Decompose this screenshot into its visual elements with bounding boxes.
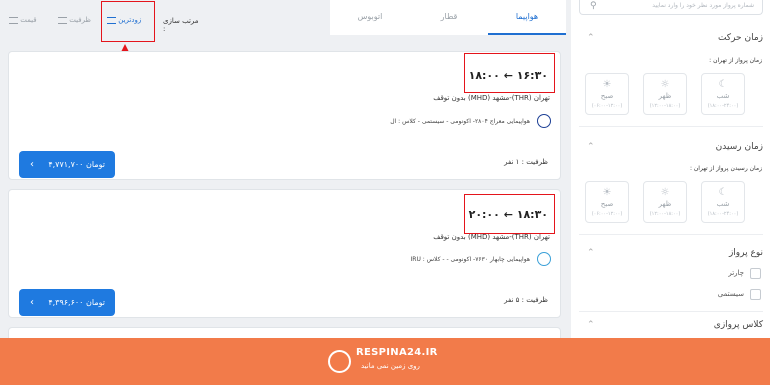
flight-route: تهران (THR)-مشهد (MHD) بدون توقف <box>433 94 550 102</box>
time-highlight-box <box>464 194 555 234</box>
select-flight-button[interactable]: ‹ ۴,۷۷۱,۷۰۰ تومان <box>19 151 115 178</box>
flight-class-header[interactable]: کلاس پروازی ⌃ <box>579 320 763 334</box>
search-placeholder: شماره پرواز مورد نظر خود را وارد نمایید <box>652 2 754 9</box>
arrival-slot-night[interactable]: ☾ شب (۱۸:۰۰-۲۴:۰۰) <box>701 181 745 223</box>
capacity: ظرفیت : ۵ نفر <box>504 296 548 304</box>
price: ۴,۳۹۶,۶۰۰ تومان <box>48 298 105 307</box>
departure-time-header[interactable]: زمان حرکت ⌃ <box>579 33 763 47</box>
airline-info: هواپیمایی معراج ۲۸۰۴- اکونومی - سیستمی -… <box>390 118 530 125</box>
filter-sidebar: شماره پرواز مورد نظر خود را وارد نمایید … <box>571 0 770 338</box>
sun-icon: ☼ <box>660 187 670 198</box>
sort-bar: مرتب سازی : زودترین ظرفیت قیمت <box>0 0 200 45</box>
brand-logo-icon <box>328 350 351 373</box>
charter-checkbox[interactable] <box>750 268 761 279</box>
transport-tabs: هواپیما قطار اتوبوس <box>330 0 566 35</box>
airline-logo-icon <box>537 252 551 266</box>
chevron-up-icon[interactable]: ⌃ <box>587 248 595 258</box>
departure-time-title: زمان حرکت <box>717 33 763 43</box>
arrival-time-title: زمان رسیدن <box>715 142 763 152</box>
sunrise-icon: ☀ <box>602 79 612 90</box>
search-icon[interactable]: ⚲ <box>590 1 597 11</box>
system-label: سیستمی <box>717 290 744 298</box>
time-highlight-box <box>464 53 555 93</box>
sort-highlight-box <box>101 1 155 42</box>
departure-time-subtitle: زمان پرواز از تهران : <box>709 57 762 64</box>
tab-bus[interactable]: اتوبوس <box>330 0 410 35</box>
select-flight-button[interactable]: ‹ ۴,۳۹۶,۶۰۰ تومان <box>19 289 115 316</box>
tab-train[interactable]: قطار <box>410 0 488 35</box>
arrival-time-subtitle: زمان رسیدن پرواز از تهران : <box>689 165 762 172</box>
chevron-up-icon[interactable]: ⌃ <box>587 320 595 330</box>
sort-icon <box>9 16 18 24</box>
chevron-left-icon: ‹ <box>30 297 34 308</box>
chevron-up-icon[interactable]: ⌃ <box>587 142 595 152</box>
charter-label: چارتر <box>728 269 744 277</box>
chevron-left-icon: ‹ <box>30 159 34 170</box>
tab-airplane[interactable]: هواپیما <box>488 0 566 35</box>
airline-info: هواپیمایی چابهار ۷۶۳۰- اکونومی - - کلاس … <box>410 256 530 263</box>
capacity: ظرفیت : ۱ نفر <box>504 158 548 166</box>
flight-route: تهران (THR)-مشهد (MHD) بدون توقف <box>433 233 550 241</box>
flight-class-title: کلاس پروازی <box>713 320 763 330</box>
system-checkbox[interactable] <box>750 289 761 300</box>
sort-price[interactable]: قیمت <box>9 16 37 24</box>
flight-type-header[interactable]: نوع پرواز ⌃ <box>579 248 763 262</box>
departure-slot-morning[interactable]: ☀ صبح (۰۶:۰۰-۱۲:۰۰) <box>585 73 629 115</box>
flight-type-title: نوع پرواز <box>728 248 763 258</box>
arrival-slot-morning[interactable]: ☀ صبح (۰۶:۰۰-۱۲:۰۰) <box>585 181 629 223</box>
brand-banner: RESPINA24.IR روی زمین نمی مانید <box>0 338 770 385</box>
moon-icon: ☾ <box>718 79 728 90</box>
chevron-up-icon[interactable]: ⌃ <box>587 33 595 43</box>
sunrise-icon: ☀ <box>602 187 612 198</box>
divider <box>579 234 763 235</box>
sun-icon: ☼ <box>660 79 670 90</box>
arrival-slot-noon[interactable]: ☼ ظهر (۱۲:۰۰-۱۸:۰۰) <box>643 181 687 223</box>
moon-icon: ☾ <box>718 187 728 198</box>
brand-name: RESPINA24.IR <box>356 347 438 358</box>
departure-slot-night[interactable]: ☾ شب (۱۸:۰۰-۲۴:۰۰) <box>701 73 745 115</box>
sort-icon <box>58 16 67 24</box>
price: ۴,۷۷۱,۷۰۰ تومان <box>48 160 105 169</box>
airline-logo-icon <box>537 114 551 128</box>
divider <box>579 311 763 312</box>
sort-label: مرتب سازی : <box>163 17 199 33</box>
sort-capacity[interactable]: ظرفیت <box>58 16 91 24</box>
arrival-time-header[interactable]: زمان رسیدن ⌃ <box>579 142 763 156</box>
brand-tagline: روی زمین نمی مانید <box>361 362 420 370</box>
flight-number-search[interactable]: شماره پرواز مورد نظر خود را وارد نمایید … <box>579 0 763 15</box>
departure-slot-noon[interactable]: ☼ ظهر (۱۲:۰۰-۱۸:۰۰) <box>643 73 687 115</box>
divider <box>579 126 763 127</box>
